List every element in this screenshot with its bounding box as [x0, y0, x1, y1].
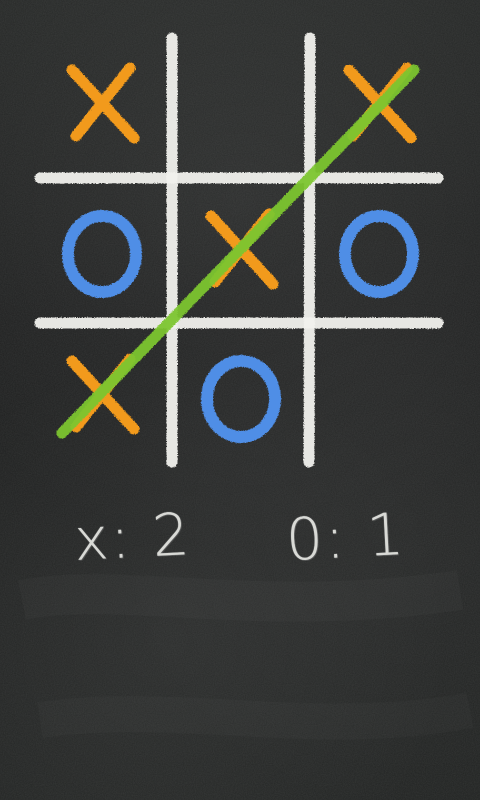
- grid-line-vertical-right: [303, 32, 316, 468]
- board-cell-r3-c1[interactable]: [38, 327, 168, 457]
- board-cell-r1-c1[interactable]: [38, 40, 168, 170]
- game-board: [20, 20, 460, 480]
- board-cell-r3-c3[interactable]: [314, 327, 444, 457]
- board-cell-r1-c3[interactable]: [314, 40, 444, 170]
- board-cell-r2-c3[interactable]: [314, 182, 444, 312]
- board-cell-r1-c2[interactable]: [176, 40, 306, 170]
- board-cell-r2-c1[interactable]: [38, 182, 168, 312]
- score-x: x: 2: [72, 499, 193, 575]
- board-cell-r3-c2[interactable]: [176, 327, 306, 457]
- score-o: 0: 1: [284, 499, 408, 575]
- board-cell-r2-c2[interactable]: [176, 182, 306, 312]
